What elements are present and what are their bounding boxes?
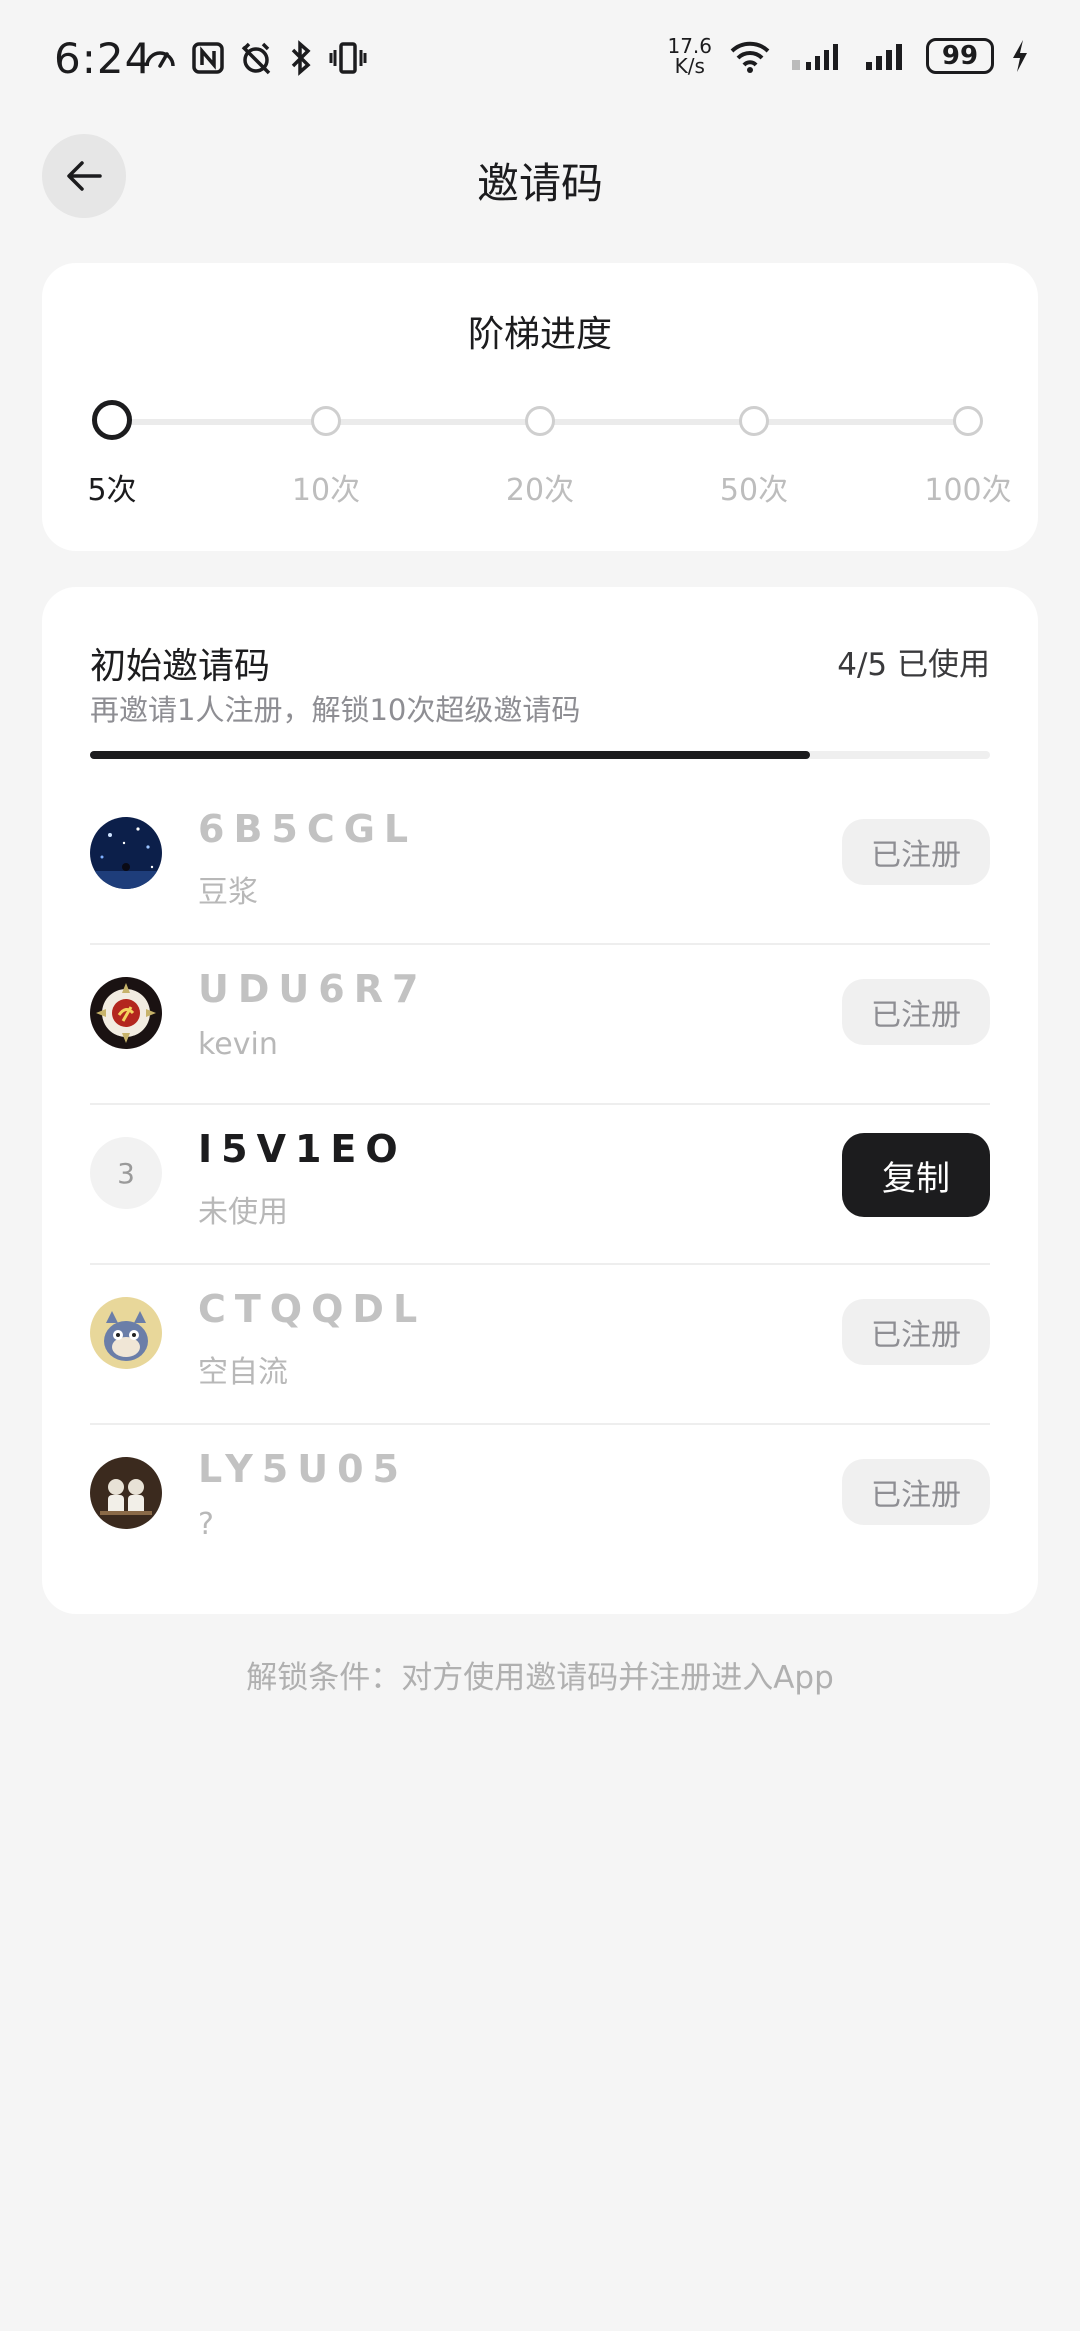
registered-badge: 已注册 [842, 1299, 990, 1365]
avatar [90, 817, 162, 889]
ladder-step-dot [92, 400, 132, 440]
invite-code: I5V1EO [198, 1127, 407, 1171]
alarm-off-icon [241, 42, 271, 75]
invite-code-user: 未使用 [198, 1195, 288, 1230]
avatar [90, 1457, 162, 1529]
ladder-step-label: 20次 [505, 473, 575, 508]
status-left-icons [142, 40, 368, 76]
invite-code-row: UDU6R7 kevin 已注册 [90, 943, 990, 1105]
invite-usage: 4/5 已使用 [837, 647, 990, 683]
status-right-icons: 17.6 K/s 99 [667, 36, 1030, 76]
nfc-icon [192, 42, 224, 74]
invite-subtitle: 再邀请1人注册，解锁10次超级邀请码 [90, 693, 581, 727]
speedometer-icon [145, 51, 175, 68]
battery-indicator: 99 [926, 38, 994, 74]
avatar [90, 1297, 162, 1369]
avatar-placeholder: 3 [90, 1137, 162, 1209]
ladder-step-dot [739, 406, 769, 436]
invite-title: 初始邀请码 [90, 646, 271, 687]
wifi-icon [730, 41, 770, 73]
invite-code-user: 空自流 [198, 1355, 288, 1390]
invite-code-row: 3 I5V1EO 未使用 复制 [90, 1103, 990, 1265]
net-speed-value: 17.6 [667, 34, 712, 58]
invite-code-user: 豆浆 [198, 875, 258, 910]
invite-code: LY5U05 [198, 1447, 408, 1491]
charging-icon [1013, 40, 1027, 72]
invite-code-user: kevin [198, 1027, 278, 1062]
invite-code-card: 初始邀请码 4/5 已使用 再邀请1人注册，解锁10次超级邀请码 6B5CGL 豆… [42, 587, 1038, 1614]
signal-icon [866, 44, 902, 70]
registered-badge: 已注册 [842, 979, 990, 1045]
invite-code-row: 6B5CGL 豆浆 已注册 [90, 783, 990, 945]
ladder-step-label: 100次 [924, 473, 1012, 508]
ladder-step-label: 50次 [719, 473, 789, 508]
net-speed: 17.6 K/s [667, 36, 712, 76]
avatar [90, 977, 162, 1049]
signal-weak-icon [792, 44, 838, 70]
invite-code-user: ? [198, 1507, 214, 1542]
copy-button[interactable]: 复制 [842, 1133, 990, 1217]
invite-code: CTQQDL [198, 1287, 427, 1331]
page-title: 邀请码 [476, 159, 603, 208]
invite-code: 6B5CGL [198, 807, 418, 851]
ladder-title: 阶梯进度 [467, 314, 612, 355]
ladder-step-dot [525, 406, 555, 436]
invite-code: UDU6R7 [198, 967, 428, 1011]
net-speed-unit: K/s [674, 54, 705, 78]
unlock-condition-note: 解锁条件：对方使用邀请码并注册进入App [246, 1660, 834, 1696]
invite-code-row: CTQQDL 空自流 已注册 [90, 1263, 990, 1425]
ladder-progress-card: 阶梯进度 5次 10次 20次 50次 100次 [42, 263, 1038, 551]
vibrate-icon [329, 42, 367, 74]
ladder-step-dot [953, 406, 983, 436]
invite-code-row: LY5U05? 已注册 [90, 1423, 990, 1583]
ladder-step-label: 10次 [291, 473, 361, 508]
invite-progress-fill [90, 751, 810, 759]
registered-badge: 已注册 [842, 1459, 990, 1525]
ladder-step-label: 5次 [87, 473, 137, 508]
bluetooth-icon [291, 40, 311, 76]
status-time: 6:24 [54, 34, 153, 83]
ladder-step-dot [311, 406, 341, 436]
invite-progress-bar [90, 751, 990, 759]
registered-badge: 已注册 [842, 819, 990, 885]
status-bar: 6:24 17.6 K/s 99 [0, 0, 1080, 120]
